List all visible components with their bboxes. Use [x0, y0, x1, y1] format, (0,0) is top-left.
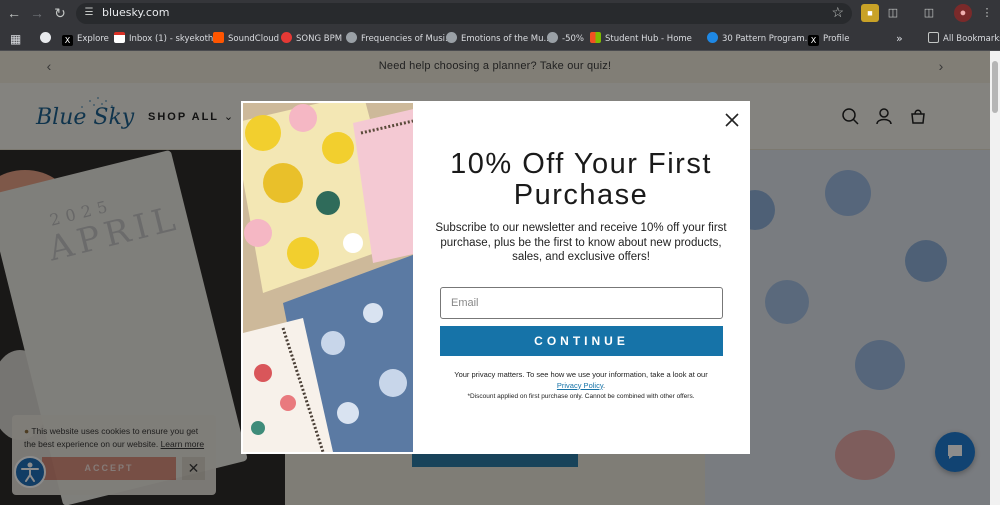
github-icon[interactable]	[40, 31, 55, 47]
bookmark-pattern-program[interactable]: 30 Pattern Program...	[707, 31, 813, 47]
modal-close-icon[interactable]	[723, 111, 741, 129]
privacy-notice: Your privacy matters. To see how we use …	[454, 370, 708, 390]
apps-grid-icon[interactable]: ▦	[10, 31, 21, 47]
forward-icon[interactable]: →	[27, 3, 47, 23]
bookmark-soundcloud[interactable]: SoundCloud	[213, 31, 279, 47]
address-bar[interactable]: ☰ bluesky.com ☆	[76, 3, 852, 24]
all-bookmarks[interactable]: All Bookmarks	[928, 31, 1000, 47]
discount-disclaimer: *Discount applied on first purchase only…	[467, 393, 695, 400]
bookmark-songbpm[interactable]: SONG BPM	[281, 31, 342, 47]
scrollbar-thumb[interactable]	[992, 61, 998, 113]
bookmark-explore[interactable]: X Explore	[62, 31, 109, 47]
bookmarks-bar: ▦ X Explore Inbox (1) - skyekoth... Sound…	[0, 27, 1000, 51]
page-scrollbar[interactable]	[990, 51, 1000, 505]
newsletter-modal: 10% Off Your First Purchase Subscribe to…	[241, 101, 750, 454]
planner-collage-image	[243, 103, 413, 452]
browser-toolbar: ← → ↻ ☰ bluesky.com ☆ ■ ◫ ◫ ● ⋮	[0, 0, 1000, 27]
bookmark-discount[interactable]: -50%	[547, 31, 584, 47]
bookmark-gmail[interactable]: Inbox (1) - skyekoth...	[114, 31, 221, 47]
extension-icon[interactable]: ■	[861, 4, 879, 22]
continue-button[interactable]: CONTINUE	[440, 326, 723, 356]
tab-search-icon[interactable]: ◫	[920, 4, 938, 22]
url-text[interactable]: bluesky.com	[102, 6, 169, 19]
planner-collage-art	[243, 103, 413, 452]
modal-title: 10% Off Your First Purchase	[450, 148, 712, 211]
modal-description: Subscribe to our newsletter and receive …	[435, 222, 727, 263]
bookmark-emotions[interactable]: Emotions of the Mu...	[446, 31, 552, 47]
site-info-icon[interactable]: ☰	[82, 6, 96, 20]
back-icon[interactable]: ←	[4, 3, 24, 23]
bookmark-frequencies[interactable]: Frequencies of Musi...	[346, 31, 453, 47]
email-field[interactable]	[440, 287, 723, 319]
extensions-puzzle-icon[interactable]: ◫	[884, 4, 902, 22]
profile-avatar-icon[interactable]: ●	[954, 4, 972, 22]
privacy-policy-link[interactable]: Privacy Policy	[557, 381, 603, 390]
bookmark-star-icon[interactable]: ☆	[831, 4, 844, 21]
bookmark-student-hub[interactable]: Student Hub - Home	[590, 31, 692, 47]
browser-menu-icon[interactable]: ⋮	[978, 4, 996, 22]
reload-icon[interactable]: ↻	[50, 3, 70, 23]
bookmark-profile[interactable]: X Profile	[808, 31, 849, 47]
more-bookmarks-icon[interactable]: »	[896, 31, 903, 47]
